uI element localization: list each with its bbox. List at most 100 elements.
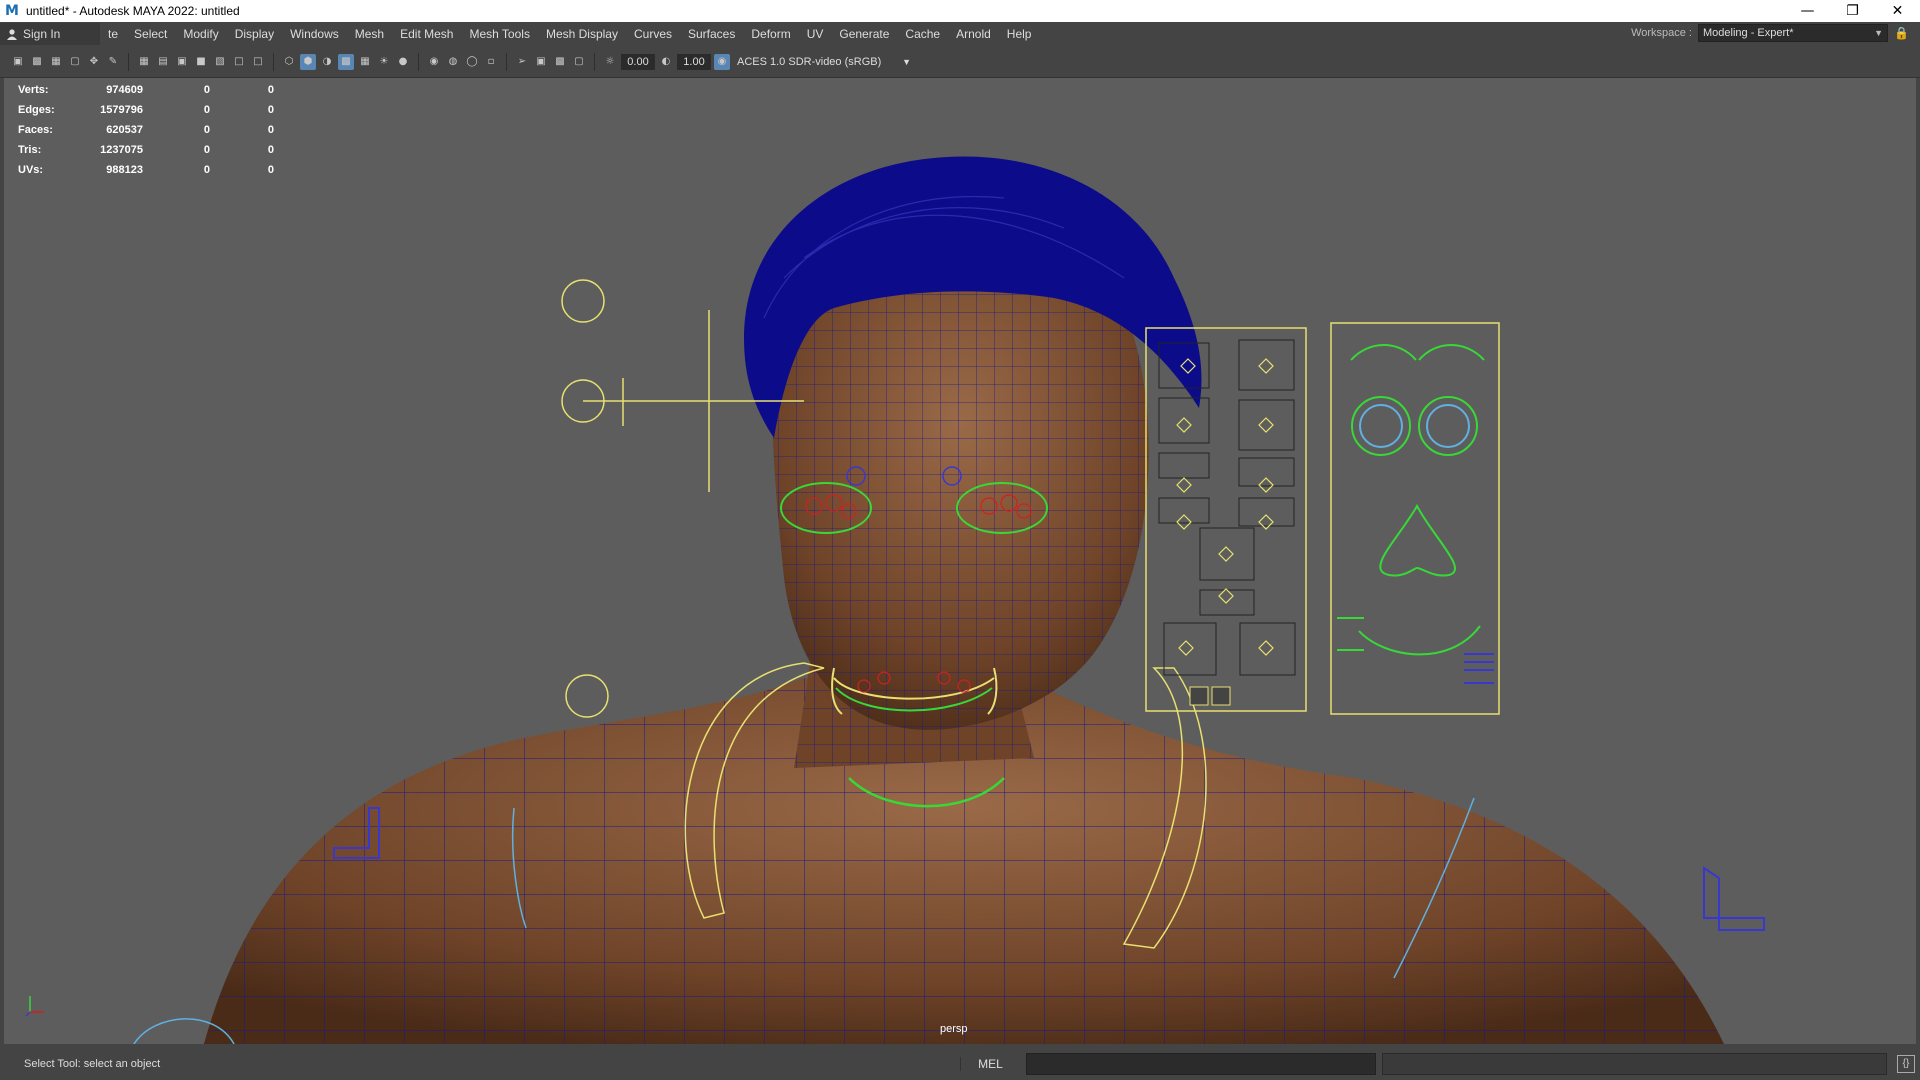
toolbar-divider — [418, 52, 419, 71]
hud-label: Faces: — [18, 124, 53, 136]
chevron-down-icon: ▼ — [902, 56, 911, 67]
bookmark-icon[interactable]: ▦ — [48, 54, 64, 70]
lock-icon[interactable]: 🔒 — [1894, 26, 1909, 40]
resolution-gate-icon[interactable]: ▣ — [174, 54, 190, 70]
color-management-icon[interactable]: ◉ — [714, 53, 730, 70]
menu-help[interactable]: Help — [999, 27, 1040, 41]
hud-row-verts: Verts: 974609 0 0 — [18, 80, 274, 100]
isolate-select-icon[interactable]: ➢ — [514, 54, 530, 70]
hud-value: 0 — [203, 164, 210, 176]
xray-joints-icon[interactable]: ▢ — [571, 54, 587, 70]
face-ui-panel-right[interactable] — [1330, 322, 1500, 715]
menu-generate[interactable]: Generate — [831, 27, 897, 41]
title-bar: M untitled* - Autodesk MAYA 2022: untitl… — [0, 0, 1920, 22]
exposure-icon[interactable]: ☼ — [602, 54, 618, 70]
hud-value: 1237075 — [100, 144, 143, 156]
camera-name-label: persp — [940, 1023, 968, 1035]
smooth-shade-icon[interactable]: ⬢ — [300, 53, 316, 70]
menu-file[interactable]: te — [100, 27, 126, 41]
hud-label: Verts: — [18, 84, 49, 96]
close-button[interactable]: ✕ — [1875, 0, 1920, 22]
hud-value: 0 — [203, 144, 210, 156]
hud-value: 0 — [203, 124, 210, 136]
help-line: Select Tool: select an object — [24, 1058, 161, 1070]
view-axis-icon — [25, 996, 44, 1017]
script-editor-button[interactable]: {} — [1897, 1055, 1915, 1073]
viewport-persp[interactable]: Verts: 974609 0 0 Edges: 1579796 0 0 Fac… — [4, 78, 1916, 1044]
menu-windows[interactable]: Windows — [282, 27, 347, 41]
menu-edit-mesh[interactable]: Edit Mesh — [392, 27, 461, 41]
shoulder-marker-right[interactable] — [1703, 866, 1765, 931]
command-line-bar: Select Tool: select an object MEL {} — [0, 1048, 1920, 1080]
menu-select[interactable]: Select — [126, 27, 175, 41]
menu-surfaces[interactable]: Surfaces — [680, 27, 743, 41]
camera-attributes-icon[interactable]: ▩ — [29, 54, 45, 70]
safe-title-icon[interactable]: □ — [250, 54, 266, 70]
view-transform-dropdown[interactable]: ACES 1.0 SDR-video (sRGB) ▼ — [733, 52, 913, 71]
gamma-field[interactable]: 1.00 — [677, 53, 711, 70]
gate-mask-icon[interactable]: ■ — [193, 54, 209, 70]
ambient-occlusion-icon[interactable]: ◉ — [426, 54, 442, 70]
hud-value: 0 — [267, 164, 274, 176]
wireframe-on-shaded-icon[interactable]: ▩ — [338, 53, 354, 70]
hud-value: 0 — [267, 104, 274, 116]
poly-count-hud: Verts: 974609 0 0 Edges: 1579796 0 0 Fac… — [18, 80, 274, 180]
film-gate-icon[interactable]: ▤ — [155, 54, 171, 70]
menu-modify[interactable]: Modify — [175, 27, 226, 41]
menu-mesh-tools[interactable]: Mesh Tools — [461, 27, 537, 41]
lighting-icon[interactable]: ☀ — [376, 54, 392, 70]
scene-render — [133, 156, 1765, 1044]
hud-row-tris: Tris: 1237075 0 0 — [18, 140, 274, 160]
main-menu-bar: Sign In te Select Modify Display Windows… — [0, 22, 1920, 46]
menu-mesh-display[interactable]: Mesh Display — [538, 27, 626, 41]
command-input[interactable] — [1026, 1053, 1376, 1075]
menu-display[interactable]: Display — [227, 27, 282, 41]
grid-icon[interactable]: ▦ — [136, 54, 152, 70]
shadows-icon[interactable]: ● — [395, 54, 411, 70]
hud-row-edges: Edges: 1579796 0 0 — [18, 100, 274, 120]
image-plane-icon[interactable]: ▢ — [67, 54, 83, 70]
hud-row-uvs: UVs: 988123 0 0 — [18, 160, 274, 180]
sign-in-label: Sign In — [23, 27, 61, 41]
sign-in-button[interactable]: Sign In — [0, 23, 100, 45]
safe-action-icon[interactable]: □ — [231, 54, 247, 70]
hud-label: UVs: — [18, 164, 44, 176]
hud-value: 620537 — [106, 124, 143, 136]
depth-of-field-icon[interactable]: ▫ — [483, 54, 499, 70]
restore-icon: ❐ — [1846, 3, 1859, 19]
menu-curves[interactable]: Curves — [626, 27, 680, 41]
menu-uv[interactable]: UV — [799, 27, 832, 41]
anti-aliasing-icon[interactable]: ◯ — [464, 54, 480, 70]
menu-cache[interactable]: Cache — [897, 27, 948, 41]
restore-button[interactable]: ❐ — [1830, 0, 1875, 22]
hud-label: Edges: — [18, 104, 55, 116]
textured-icon[interactable]: ▦ — [357, 54, 373, 70]
hud-value: 1579796 — [100, 104, 143, 116]
command-result-field — [1382, 1053, 1887, 1075]
menu-arnold[interactable]: Arnold — [948, 27, 999, 41]
workspace-value: Modeling - Expert* — [1703, 27, 1794, 39]
xray-icon[interactable]: ▣ — [533, 54, 549, 70]
face-ui-panel-left[interactable] — [1145, 327, 1307, 712]
workspace-dropdown[interactable]: Modeling - Expert* ▼ — [1698, 24, 1888, 42]
minimize-button[interactable]: — — [1785, 0, 1830, 22]
window-title: untitled* - Autodesk MAYA 2022: untitled — [26, 4, 240, 18]
default-material-icon[interactable]: ◑ — [319, 54, 335, 70]
head-mesh[interactable] — [772, 258, 1149, 730]
motion-blur-icon[interactable]: ◍ — [445, 54, 461, 70]
menu-mesh[interactable]: Mesh — [347, 27, 392, 41]
gamma-icon[interactable]: ◐ — [658, 54, 674, 70]
select-camera-icon[interactable]: ▣ — [10, 54, 26, 70]
script-language-toggle[interactable]: MEL — [960, 1057, 1020, 1071]
wireframe-icon[interactable]: ⬡ — [281, 54, 297, 70]
hud-value: 0 — [267, 124, 274, 136]
2d-pan-zoom-icon[interactable]: ✥ — [86, 54, 102, 70]
field-chart-icon[interactable]: ▧ — [212, 54, 228, 70]
toolbar-divider — [506, 52, 507, 71]
hud-value: 0 — [203, 84, 210, 96]
exposure-field[interactable]: 0.00 — [621, 53, 655, 70]
xray-active-icon[interactable]: ▩ — [552, 54, 568, 70]
close-icon: ✕ — [1891, 3, 1904, 19]
grease-pencil-icon[interactable]: ✎ — [105, 54, 121, 70]
menu-deform[interactable]: Deform — [743, 27, 798, 41]
